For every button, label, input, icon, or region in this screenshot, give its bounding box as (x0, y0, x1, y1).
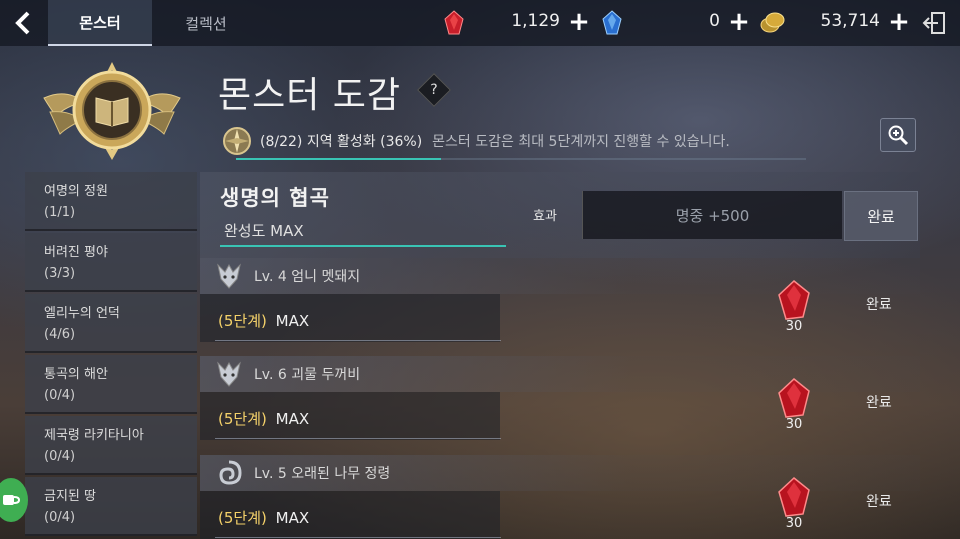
sidebar-item-count: (4/6) (44, 327, 76, 342)
sidebar-item-name: 버려진 평야 (44, 245, 108, 260)
sidebar-item-count: (3/3) (44, 266, 76, 281)
tab-monster[interactable]: 몬스터 (48, 0, 152, 46)
question-icon: ? (430, 82, 438, 98)
chat-button[interactable] (0, 478, 28, 522)
stage-level: (5단계) (218, 410, 267, 428)
sidebar-item-name: 엘리누의 언덕 (44, 306, 120, 321)
monster-stage: (5단계) MAX (218, 310, 309, 331)
spirit-icon (219, 460, 242, 485)
buy-gold-button[interactable]: + (886, 7, 912, 37)
region-activation-status: (8/22) 지역 활성화 (36%) (260, 134, 423, 150)
zoom-button[interactable] (880, 118, 916, 152)
blue-gem-count: 0 (709, 11, 720, 31)
monster-name: Lv. 4 엄니 멧돼지 (254, 269, 361, 285)
tab-collection[interactable]: 컬렉션 (156, 0, 256, 46)
red-gem-count: 1,129 (511, 11, 560, 31)
sidebar-item-region[interactable]: 버려진 평야 (3/3) (25, 233, 197, 292)
region-name: 생명의 협곡 (220, 186, 330, 210)
sidebar-item-region[interactable]: 엘리누의 언덕 (4/6) (25, 294, 197, 353)
beast-icon (217, 263, 241, 289)
red-gem-icon (778, 280, 810, 320)
blue-gem-icon (602, 10, 622, 35)
page-title: 몬스터 도감 (218, 75, 402, 116)
red-gem-icon (778, 378, 810, 418)
monster-name: Lv. 6 괴물 두꺼비 (254, 367, 361, 383)
sidebar-item-count: (0/4) (44, 510, 76, 525)
sidebar-item-name: 통곡의 해안 (44, 367, 108, 382)
stage-level: (5단계) (218, 509, 267, 527)
sidebar-item-region[interactable]: 금지된 땅 (0/4) (25, 477, 197, 536)
region-status-row: (8/22) 지역 활성화 (36%) 몬스터 도감은 최대 5단계까지 진행할… (222, 126, 730, 156)
stage-max: MAX (275, 312, 310, 330)
back-button[interactable] (6, 6, 40, 40)
sidebar-item-count: (0/4) (44, 388, 76, 403)
region-complete-button[interactable]: 완료 (844, 191, 918, 241)
sidebar-item-name: 여명의 정원 (44, 184, 108, 199)
exit-button[interactable] (922, 10, 948, 36)
sidebar-item-name: 금지된 땅 (44, 489, 96, 504)
stage-underline (215, 438, 501, 439)
effect-label: 효과 (533, 209, 557, 224)
red-gem-icon (444, 10, 464, 35)
zoom-in-icon (888, 125, 909, 146)
exit-icon (922, 12, 945, 34)
reward-count: 30 (785, 319, 803, 334)
beast-icon (217, 361, 241, 387)
sidebar-item-region[interactable]: 통곡의 해안 (0/4) (25, 355, 197, 414)
red-gem-icon (778, 477, 810, 517)
reward-count: 30 (785, 417, 803, 432)
completion-underline (220, 245, 506, 247)
monster-name: Lv. 5 오래된 나무 정령 (254, 466, 391, 482)
sidebar-item-count: (1/1) (44, 205, 76, 220)
monster-stage: (5단계) MAX (218, 507, 309, 528)
region-sidebar: 여명의 정원 (1/1) 버려진 평야 (3/3) 엘리누의 언덕 (4/6) … (25, 172, 197, 539)
reward-count: 30 (785, 516, 803, 531)
monster-status: 완료 (866, 494, 892, 510)
stage-underline (215, 537, 501, 538)
cup-icon (3, 495, 21, 505)
stage-level: (5단계) (218, 312, 267, 330)
buy-blue-gem-button[interactable]: + (726, 7, 752, 37)
monster-row[interactable]: Lv. 5 오래된 나무 정령 (5단계) MAX 30 완료 (200, 455, 920, 539)
monster-row[interactable]: Lv. 6 괴물 두꺼비 (5단계) MAX 30 완료 (200, 356, 920, 455)
monster-status: 완료 (866, 297, 892, 313)
sidebar-item-count: (0/4) (44, 449, 76, 464)
region-completion: 완성도 MAX (224, 222, 304, 240)
stage-max: MAX (275, 410, 310, 428)
sidebar-item-region[interactable]: 제국령 라키타니아 (0/4) (25, 416, 197, 475)
stage-max: MAX (275, 509, 310, 527)
effect-value: 명중 +500 (582, 191, 842, 239)
gold-count: 53,714 (820, 11, 880, 31)
monster-book-emblem-icon (43, 62, 181, 160)
stage-underline (215, 340, 501, 341)
buy-red-gem-button[interactable]: + (566, 7, 592, 37)
region-description: 몬스터 도감은 최대 5단계까지 진행할 수 있습니다. (432, 134, 730, 150)
monster-stage: (5단계) MAX (218, 408, 309, 429)
sidebar-item-region[interactable]: 여명의 정원 (1/1) (25, 172, 197, 231)
back-arrow-icon (15, 11, 30, 35)
monster-status: 완료 (866, 395, 892, 411)
region-progress-fill (236, 158, 442, 160)
monster-row[interactable]: Lv. 4 엄니 멧돼지 (5단계) MAX 30 완료 (200, 258, 920, 357)
help-button[interactable]: ? (417, 73, 451, 107)
gold-coin-icon (760, 12, 785, 33)
sidebar-item-name: 제국령 라키타니아 (44, 428, 144, 443)
